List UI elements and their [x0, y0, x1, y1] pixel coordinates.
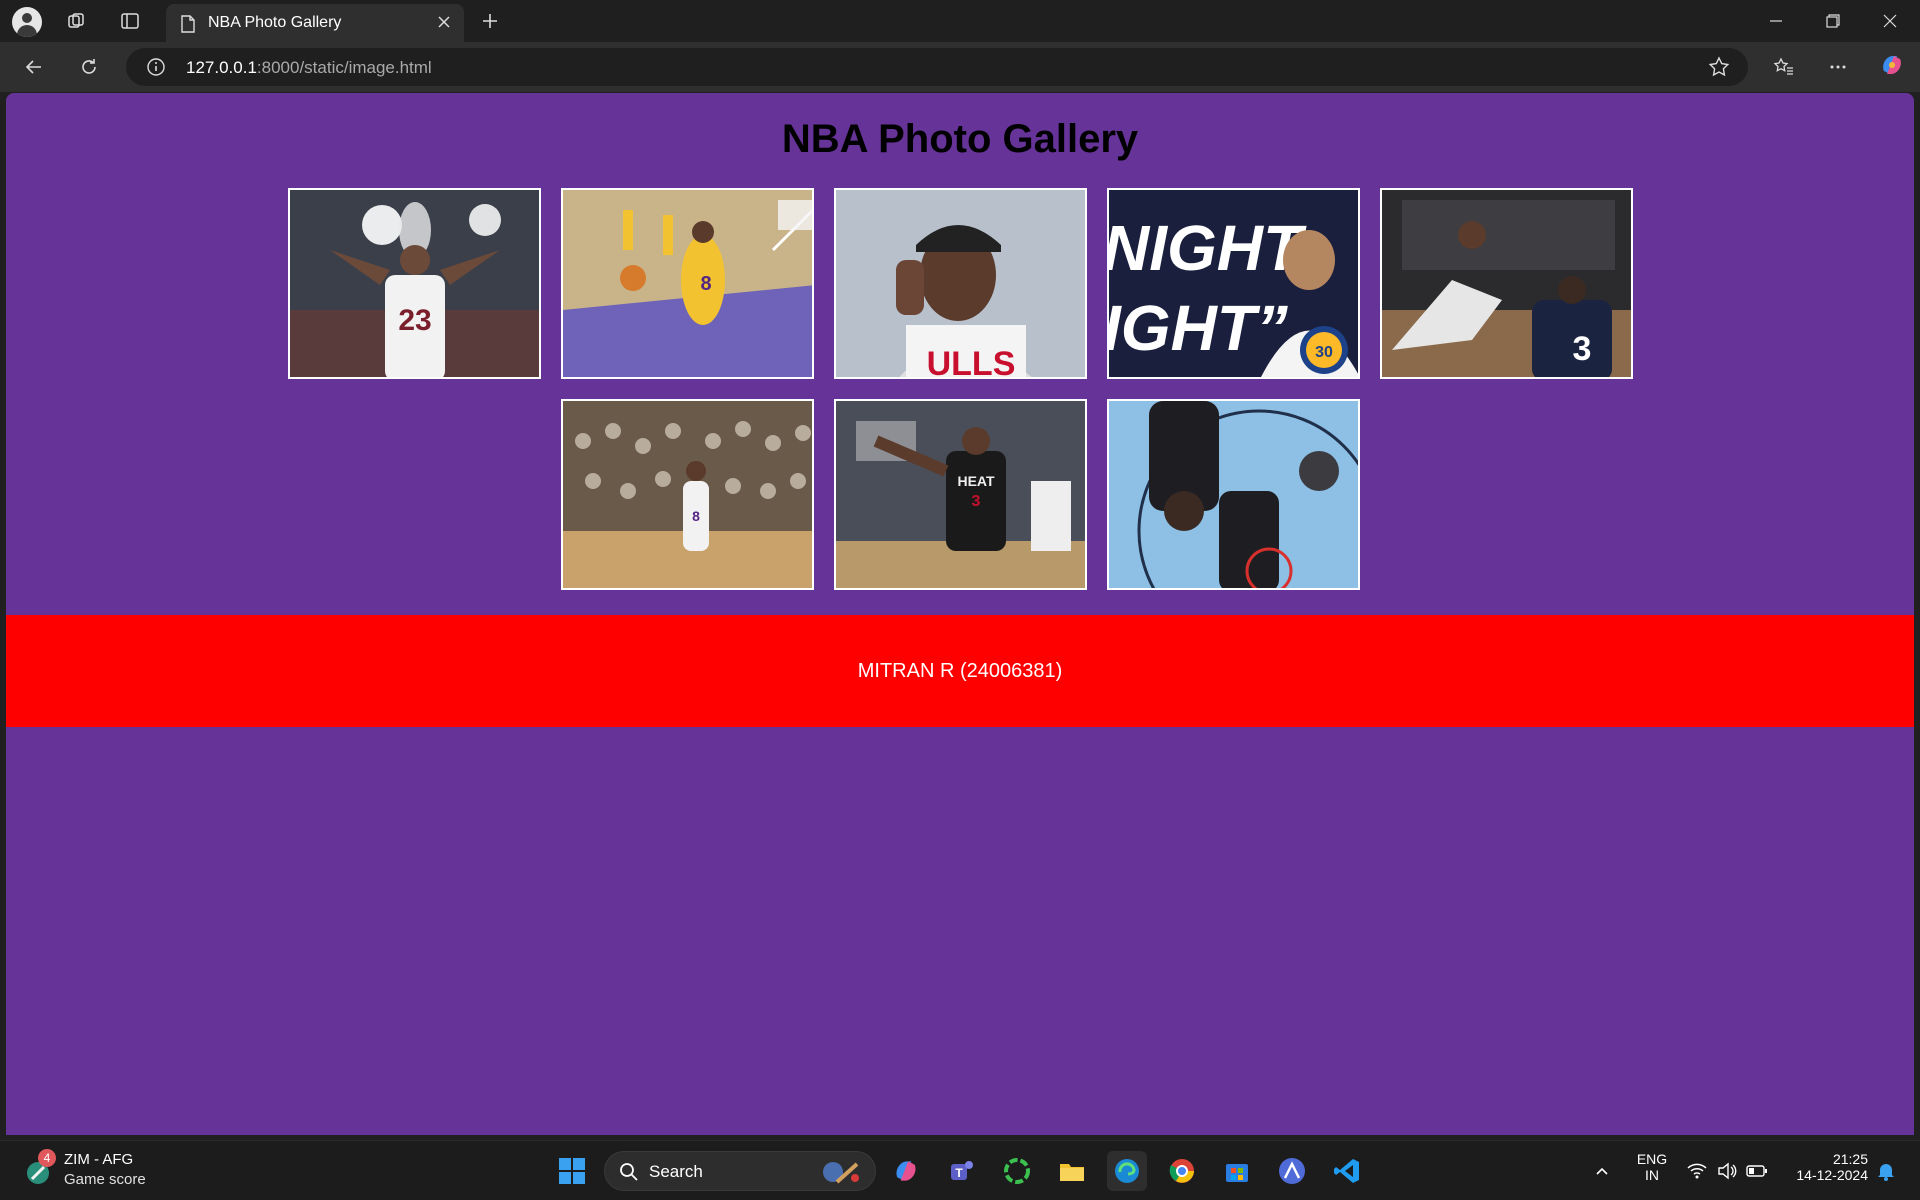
search-highlight-icon — [823, 1162, 859, 1184]
language-indicator[interactable]: ENG IN — [1630, 1151, 1674, 1183]
store-icon[interactable] — [1217, 1151, 1257, 1191]
vscode-icon[interactable] — [1327, 1151, 1367, 1191]
svg-text:8: 8 — [692, 508, 700, 524]
volume-icon[interactable] — [1712, 1151, 1742, 1191]
browser-toolbar: 127.0.0.1:8000/static/image.html — [0, 42, 1920, 92]
url-text: 127.0.0.1:8000/static/image.html — [186, 58, 432, 78]
browser-titlebar: NBA Photo Gallery — [0, 0, 1920, 42]
svg-text:8: 8 — [700, 273, 711, 295]
profile-avatar[interactable] — [12, 7, 42, 37]
language-region: IN — [1645, 1167, 1659, 1183]
clock-time: 21:25 — [1832, 1151, 1868, 1167]
more-menu-icon[interactable] — [1822, 53, 1854, 81]
back-icon[interactable] — [18, 53, 50, 81]
widget-title: ZIM - AFG — [64, 1151, 134, 1168]
photo-curry[interactable]: NIGHT IGHT” 30 — [1106, 188, 1360, 379]
taskbar: 4 ZIM - AFG Game score Search T ENG IN 2… — [0, 1140, 1920, 1200]
photo-lebron[interactable]: 23 — [287, 188, 541, 379]
close-window-icon[interactable] — [1862, 0, 1918, 42]
photo-kyrie-iverson[interactable]: 3 — [1379, 188, 1633, 379]
page-title: NBA Photo Gallery — [781, 117, 1139, 161]
photo-overhead[interactable] — [1106, 399, 1360, 590]
copilot-app-icon[interactable] — [886, 1151, 926, 1191]
photo-jordan[interactable]: ULLS — [833, 188, 1087, 379]
url-host: 127.0.0.1 — [186, 58, 257, 77]
page-icon — [180, 15, 196, 38]
restore-icon[interactable] — [1805, 0, 1861, 42]
notification-badge: 4 — [38, 1149, 56, 1167]
arc-app-icon[interactable] — [1272, 1151, 1312, 1191]
chevron-up-icon[interactable] — [1584, 1151, 1620, 1191]
svg-text:23: 23 — [398, 304, 431, 337]
refresh-icon[interactable] — [73, 53, 105, 81]
notification-bell-icon[interactable] — [1870, 1151, 1902, 1191]
address-bar[interactable]: 127.0.0.1:8000/static/image.html — [126, 48, 1748, 86]
new-tab-icon[interactable] — [474, 7, 506, 35]
svg-text:3: 3 — [1572, 330, 1591, 368]
taskbar-search[interactable]: Search — [604, 1151, 876, 1191]
wifi-icon[interactable] — [1682, 1151, 1712, 1191]
tab-nba-photo-gallery[interactable]: NBA Photo Gallery — [166, 4, 464, 42]
minimize-icon[interactable] — [1748, 0, 1804, 42]
svg-text:3: 3 — [971, 493, 980, 510]
edge-icon[interactable] — [1107, 1151, 1147, 1191]
copilot-icon[interactable] — [1876, 51, 1908, 79]
favorites-icon[interactable] — [1768, 53, 1800, 81]
site-info-icon[interactable] — [146, 57, 166, 82]
footer-text: MITRAN R (24006381) — [857, 659, 1063, 682]
workspaces-icon[interactable] — [60, 7, 92, 35]
clock[interactable]: 21:25 14-12-2024 — [1778, 1151, 1868, 1183]
chrome-icon[interactable] — [1162, 1151, 1202, 1191]
search-icon — [620, 1163, 638, 1181]
tab-title: NBA Photo Gallery — [208, 14, 342, 31]
teams-icon[interactable]: T — [942, 1151, 982, 1191]
photo-kobe-crowd[interactable]: 8 — [560, 399, 814, 590]
photo-gallery: 23 8 ULLS NIGHT IGHT” 30 3 8 HEAT 3 — [6, 188, 1914, 610]
svg-text:HEAT: HEAT — [957, 473, 995, 489]
url-path: :8000/static/image.html — [256, 58, 432, 77]
svg-text:30: 30 — [1315, 344, 1333, 361]
svg-text:ULLS: ULLS — [926, 345, 1015, 379]
clock-date: 14-12-2024 — [1796, 1167, 1868, 1183]
svg-text:T: T — [955, 1166, 963, 1180]
widget-subtitle: Game score — [64, 1171, 146, 1188]
svg-text:NIGHT: NIGHT — [1109, 212, 1307, 284]
page-viewport: NBA Photo Gallery 23 8 ULLS NIGHT IGHT” … — [6, 93, 1914, 1135]
language-code: ENG — [1636, 1151, 1668, 1167]
footer-bar: MITRAN R (24006381) — [6, 615, 1914, 727]
close-tab-icon[interactable] — [436, 14, 452, 35]
sync-app-icon[interactable] — [997, 1151, 1037, 1191]
tab-actions-icon[interactable] — [114, 7, 146, 35]
svg-text:IGHT”: IGHT” — [1109, 292, 1288, 364]
file-explorer-icon[interactable] — [1052, 1151, 1092, 1191]
photo-kobe-dunk[interactable]: 8 — [560, 188, 814, 379]
favorite-star-icon[interactable] — [1708, 56, 1730, 83]
photo-wade[interactable]: HEAT 3 — [833, 399, 1087, 590]
widgets-game-score[interactable]: 4 ZIM - AFG Game score — [24, 1149, 174, 1193]
search-label: Search — [649, 1162, 703, 1181]
battery-icon[interactable] — [1742, 1151, 1772, 1191]
start-icon[interactable] — [552, 1151, 592, 1191]
